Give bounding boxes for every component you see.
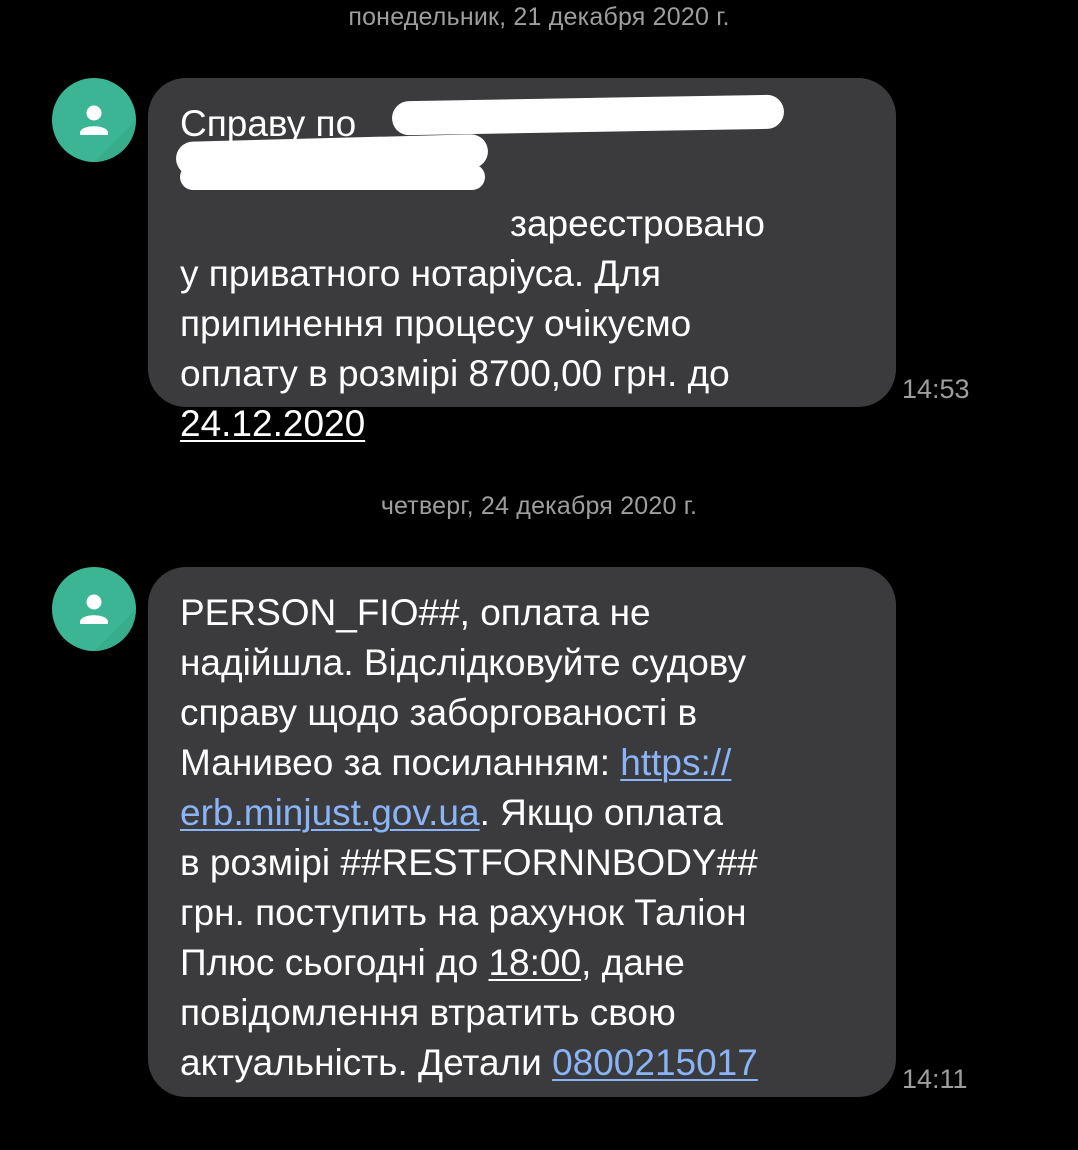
contact-avatar[interactable]: [52, 78, 136, 162]
message-text: Манивео за посиланням:: [180, 742, 621, 783]
message-line: Манивео за посиланням: https://: [180, 738, 866, 788]
message-line: грн. поступить на рахунок Таліон: [180, 892, 747, 933]
message-line: припинення процесу очікуємо: [180, 303, 692, 344]
message-line: актуальність. Детали 0800215017: [180, 1038, 866, 1088]
message-line: повідомлення втратить свою: [180, 992, 676, 1033]
message-line: в розмірі ##RESTFORNNBODY##: [180, 842, 758, 883]
message-line: erb.minjust.gov.ua. Якщо оплата: [180, 788, 866, 838]
date-separator: понедельник, 21 декабря 2020 г.: [348, 3, 730, 31]
url-link[interactable]: https://: [620, 742, 731, 783]
message-line: у приватного нотаріуса. Для: [180, 253, 662, 294]
date-separator: четверг, 24 декабря 2020 г.: [380, 492, 698, 520]
message-timestamp: 14:53: [902, 374, 970, 404]
message-text: актуальність. Детали: [180, 1042, 553, 1083]
person-icon: [80, 105, 136, 162]
message-line: 24.12.2020: [180, 399, 866, 449]
url-link[interactable]: erb.minjust.gov.ua: [180, 792, 480, 833]
message-text: . Якщо оплата: [479, 792, 724, 833]
message-timestamp: 14:11: [902, 1064, 968, 1094]
person-icon: [80, 594, 136, 651]
message-bubble[interactable]: PERSON_FIO##, оплата не надійшла. Відслі…: [148, 567, 896, 1097]
time-link[interactable]: 18:00: [488, 942, 581, 983]
phone-link[interactable]: 0800215017: [552, 1042, 758, 1083]
message-line: справу щодо заборгованості в: [180, 692, 698, 733]
conversation-view: понедельник, 21 декабря 2020 г. Справу п…: [0, 0, 1078, 1150]
contact-avatar[interactable]: [52, 567, 136, 651]
message-line: зареєстровано: [510, 203, 766, 244]
message-line: оплату в розмірі 8700,00 грн. до: [180, 353, 730, 394]
message-text: Плюс сьогодні до: [180, 942, 489, 983]
date-link[interactable]: 24.12.2020: [180, 403, 365, 444]
message-text: , дане: [581, 942, 685, 983]
message-line: надійшла. Відслідковуйте судову: [180, 642, 747, 683]
message-line: PERSON_FIO##, оплата не: [180, 592, 651, 633]
message-line: Плюс сьогодні до 18:00, дане: [180, 938, 866, 988]
